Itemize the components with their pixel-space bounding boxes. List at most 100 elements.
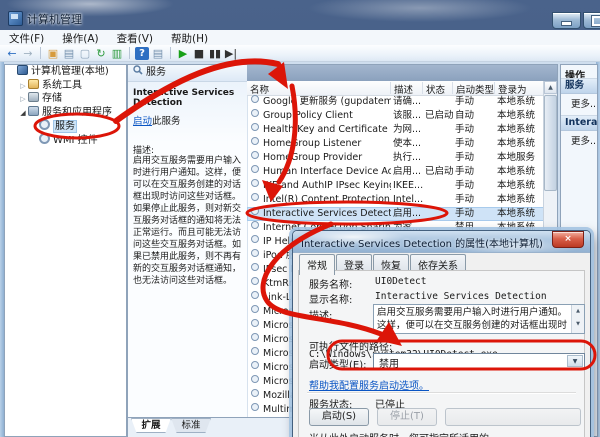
display-name-value: Interactive Services Detection: [375, 291, 547, 302]
cell-logon: 本地系统: [497, 179, 544, 193]
service-row-5[interactable]: Human Interface Device Access启用...已启动手动本…: [247, 165, 544, 179]
scroll-up-icon[interactable]: ▲: [544, 81, 557, 94]
sidebar-item-wmi-control[interactable]: WMI 控件: [5, 133, 126, 147]
help-configure-link[interactable]: 帮助我配置服务启动选项。: [309, 377, 429, 392]
export-folder-icon[interactable]: ▣: [46, 47, 60, 60]
chevron-down-icon[interactable]: ▼: [567, 355, 583, 367]
properties-doc-icon[interactable]: ▢: [78, 47, 92, 60]
start-button[interactable]: 启动(S): [309, 408, 369, 426]
properties-dialog: Interactive Services Detection 的属性(本地计算机…: [292, 230, 591, 437]
service-gear-icon: [251, 193, 259, 201]
back-icon[interactable]: ←: [5, 47, 19, 60]
export-list-icon[interactable]: ▥: [110, 47, 124, 60]
service-gear-icon: [251, 263, 259, 271]
service-description: 启用交互服务需要用户输入时进行用户通知。这样，便可以在交互服务创建的对话框出现时…: [133, 155, 243, 287]
stop-button[interactable]: 停止(T): [377, 408, 437, 426]
show-window-icon[interactable]: ▤: [151, 47, 165, 60]
start-service-suffix: 此服务: [152, 116, 181, 127]
service-gear-icon: [251, 403, 259, 411]
scrollbar-thumb[interactable]: [544, 95, 557, 191]
toolbar-separator: [170, 47, 171, 59]
pause-resume-button: [445, 408, 581, 426]
cell-startup: 手动: [455, 207, 495, 221]
pause-service-icon[interactable]: ▮▮: [208, 47, 222, 60]
column-status[interactable]: 状态: [423, 82, 453, 94]
cell-logon: 本地系统: [497, 193, 544, 207]
more-actions-services[interactable]: 更多...: [571, 96, 598, 110]
console-window-icon[interactable]: ▤: [62, 47, 76, 60]
taskpad-header: 服务: [128, 65, 247, 82]
tree-item-label: 系统工具: [42, 80, 82, 91]
description-scroll-icons[interactable]: ▲▼: [571, 305, 584, 333]
dialog-tabs: 常规登录恢复依存关系: [299, 254, 467, 271]
toolbar-separator: [40, 47, 41, 59]
service-row-2[interactable]: Health Key and Certificate M...为网...手动本地…: [247, 123, 544, 137]
computer-icon: [17, 65, 28, 75]
sidebar-item-system-tools[interactable]: ▷ 系统工具: [5, 79, 126, 93]
column-startup-type[interactable]: 启动类型: [453, 82, 495, 94]
service-gear-icon: [251, 319, 259, 327]
column-description[interactable]: 描述: [391, 82, 423, 94]
service-gear-icon: [251, 347, 259, 355]
selected-service-name: Interactive Services Detection: [133, 88, 244, 108]
restart-service-icon[interactable]: ▶|: [224, 47, 238, 60]
cell-desc: 该服...: [393, 109, 425, 123]
service-row-6[interactable]: IKE and AuthIP IPsec Keying ...IKEE...手动…: [247, 179, 544, 193]
sidebar-item-services-and-applications[interactable]: ◢服务和应用程序: [5, 106, 126, 120]
dialog-separator: [307, 392, 576, 394]
sidebar-item-computer-management[interactable]: 计算机管理(本地): [5, 65, 126, 79]
service-gear-icon: [251, 179, 259, 187]
maximize-button[interactable]: [583, 12, 600, 29]
cell-name: Human Interface Device Access: [263, 165, 391, 179]
menu-item-1[interactable]: 操作(A): [53, 30, 107, 46]
startup-type-dropdown[interactable]: 禁用 ▼: [373, 353, 585, 369]
cell-desc: 为网...: [393, 123, 425, 137]
service-row-4[interactable]: HomeGroup Provider执行...手动本地服务: [247, 151, 544, 165]
forward-icon[interactable]: →: [21, 47, 35, 60]
tree-expander-icon[interactable]: ◢: [18, 107, 28, 121]
service-gear-icon: [251, 291, 259, 299]
start-service-link[interactable]: 启动: [133, 116, 152, 127]
view-tab-1[interactable]: 标准: [171, 418, 211, 433]
more-actions-selected[interactable]: 更多...: [571, 133, 598, 147]
dialog-description-box[interactable]: 启用交互服务需要用户输入时进行用户通知。这样，便可以在交互服务创建的对话框出现时…: [373, 304, 585, 334]
service-row-8[interactable]: Interactive Services Detection启用...手动本地系…: [247, 207, 544, 221]
column-logon-as[interactable]: 登录为: [495, 82, 545, 94]
minimize-button[interactable]: [552, 12, 581, 29]
cell-name: Interactive Services Detection: [263, 207, 391, 221]
cell-logon: 本地系统: [497, 207, 544, 221]
service-row-1[interactable]: Group Policy Client该服...已启动自动本地系统: [247, 109, 544, 123]
menu-item-3[interactable]: 帮助(H): [162, 30, 217, 46]
column-name[interactable]: 名称: [247, 82, 391, 94]
service-row-0[interactable]: Google 更新服务 (gupdatem)请确...手动本地系统: [247, 95, 544, 109]
cell-desc: Intel...: [393, 193, 425, 207]
refresh-icon[interactable]: ↻: [94, 47, 108, 60]
menu-item-0[interactable]: 文件(F): [0, 30, 53, 46]
dialog-title-bar: Interactive Services Detection 的属性(本地计算机…: [293, 231, 590, 253]
start-service-icon[interactable]: ▶: [176, 47, 190, 60]
help-icon[interactable]: ?: [135, 47, 149, 60]
service-gear-icon: [251, 235, 259, 243]
startup-type-label: 启动类型(E):: [309, 356, 367, 371]
actions-section-selected[interactable]: Interactiv: [561, 115, 597, 131]
cell-startup: 手动: [455, 165, 495, 179]
title-bar: 计算机管理: [0, 6, 600, 31]
tree-expander-icon[interactable]: ▷: [18, 80, 28, 94]
close-icon[interactable]: ×: [552, 231, 584, 248]
services-icon: [39, 119, 50, 130]
menu-item-2[interactable]: 查看(V): [108, 30, 162, 46]
actions-section-services[interactable]: 服务: [561, 78, 597, 94]
sidebar-item-storage[interactable]: ▷存储: [5, 92, 126, 106]
sidebar-item-services[interactable]: 服务: [5, 119, 126, 133]
taskpad-header-label: 服务: [146, 67, 166, 78]
console-tree-panel: 计算机管理(本地)▷系统工具▷存储◢服务和应用程序服务WMI 控件: [4, 64, 127, 437]
tree-expander-icon[interactable]: ▷: [18, 93, 28, 107]
dialog-tab-0[interactable]: 常规: [299, 254, 335, 275]
view-tab-0[interactable]: 扩展: [131, 418, 171, 433]
list-column-headers: 名称 描述 状态 启动类型 登录为: [247, 81, 557, 96]
service-row-3[interactable]: HomeGroup Listener使本...手动本地系统: [247, 137, 544, 151]
cell-desc: IKEE...: [393, 179, 425, 193]
cell-logon: 本地系统: [497, 109, 544, 123]
service-row-7[interactable]: Intel(R) Content Protection H...Intel...…: [247, 193, 544, 207]
stop-service-icon[interactable]: ■: [192, 47, 206, 60]
